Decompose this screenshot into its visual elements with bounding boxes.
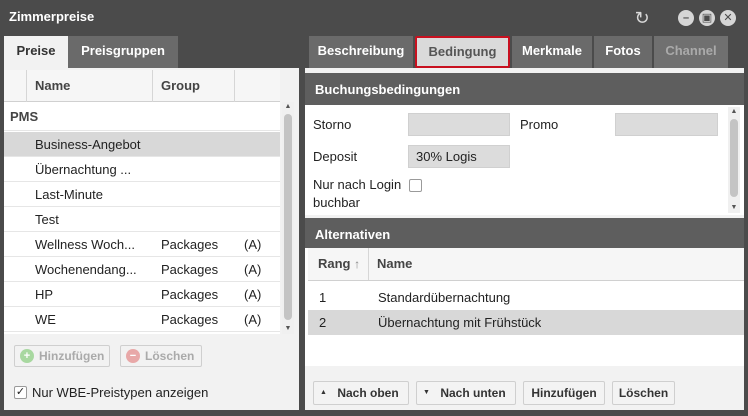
column-header-alt-name[interactable]: Name: [368, 248, 744, 280]
row-name: Business-Angebot: [35, 137, 141, 152]
row-flag: (A): [244, 287, 262, 302]
promo-field[interactable]: [615, 113, 718, 136]
group-label: PMS: [10, 109, 39, 124]
add-alternative-button[interactable]: Hinzufügen: [523, 381, 605, 405]
column-header-group[interactable]: Group: [152, 70, 234, 102]
prices-grid-scrollbar[interactable]: ▲ ▼: [282, 102, 294, 334]
table-row[interactable]: Test: [4, 207, 280, 232]
move-up-button[interactable]: ▲ Nach oben: [313, 381, 409, 405]
add-price-button[interactable]: + Hinzufügen: [14, 345, 110, 367]
table-row[interactable]: Wochenendang... Packages (A): [4, 257, 280, 282]
delete-price-label: Löschen: [145, 349, 195, 363]
tab-channel: Channel: [654, 36, 728, 68]
add-icon: +: [20, 349, 34, 363]
table-row[interactable]: Wellness Woch... Packages (A): [4, 232, 280, 257]
column-header-name[interactable]: Name: [26, 70, 152, 102]
alternatives-header: Rang ↑ Name: [308, 248, 744, 281]
window-title: Zimmerpreise: [9, 9, 95, 24]
add-price-label: Hinzufügen: [39, 349, 105, 363]
move-up-icon: ▲: [320, 389, 327, 396]
details-panel: Beschreibung Bedingung Merkmale Fotos Ch…: [305, 36, 744, 410]
table-row[interactable]: 2 Übernachtung mit Frühstück: [308, 310, 744, 335]
minimize-icon[interactable]: –: [678, 10, 694, 26]
alt-name: Übernachtung mit Frühstück: [378, 315, 542, 330]
row-name: Last-Minute: [35, 187, 103, 202]
refresh-icon[interactable]: ↻: [632, 8, 652, 28]
delete-alternative-button[interactable]: Löschen: [612, 381, 675, 405]
group-row-pms[interactable]: PMS: [4, 103, 280, 131]
row-name: Wellness Woch...: [35, 237, 135, 252]
row-group: Packages: [161, 262, 219, 277]
close-icon[interactable]: ✕: [720, 10, 736, 26]
deposit-field[interactable]: 30% Logis: [408, 145, 510, 168]
table-row[interactable]: 1 Standardübernachtung: [308, 285, 744, 310]
row-name: Test: [35, 212, 59, 227]
alternatives-grid: Rang ↑ Name 1 Standardübernachtung 2 Übe…: [305, 248, 744, 366]
scrollbar-thumb[interactable]: [730, 119, 738, 197]
row-name: Übernachtung ...: [35, 162, 132, 177]
restore-icon[interactable]: ▣: [699, 10, 715, 26]
wbe-filter-checkbox[interactable]: ✓: [14, 386, 27, 399]
row-group: Packages: [161, 312, 219, 327]
delete-icon: −: [126, 349, 140, 363]
table-row[interactable]: Übernachtung ...: [4, 157, 280, 182]
grid-header: Name Group: [4, 70, 280, 102]
title-bar: Zimmerpreise ↻ – ▣ ✕: [0, 0, 748, 34]
row-flag: (A): [244, 237, 262, 252]
column-header-rang[interactable]: Rang ↑: [308, 248, 368, 280]
login-only-checkbox[interactable]: [409, 179, 422, 192]
alt-rank: 2: [319, 315, 327, 330]
tab-fotos[interactable]: Fotos: [594, 36, 652, 68]
scrollbar-thumb[interactable]: [284, 114, 292, 320]
rang-header-label: Rang: [318, 256, 351, 271]
tab-beschreibung[interactable]: Beschreibung: [309, 36, 413, 68]
table-row[interactable]: WE Packages (A): [4, 307, 280, 332]
booking-form: Storno Promo Deposit 30% Logis Nur nach …: [305, 105, 744, 215]
tab-preisgruppen[interactable]: Preisgruppen: [68, 36, 178, 68]
scroll-up-icon[interactable]: ▲: [728, 107, 740, 117]
scroll-down-icon[interactable]: ▼: [282, 324, 294, 334]
alternatives-section-header: Alternativen: [305, 218, 744, 252]
alt-rank: 1: [319, 290, 327, 305]
alt-name: Standardübernachtung: [378, 290, 511, 305]
scroll-up-icon[interactable]: ▲: [282, 102, 294, 112]
promo-label: Promo: [520, 117, 559, 132]
tab-preise[interactable]: Preise: [4, 36, 68, 68]
prices-panel: Preise Preisgruppen Name Group PMS Busin…: [4, 36, 299, 410]
row-name: WE: [35, 312, 56, 327]
scroll-down-icon[interactable]: ▼: [728, 203, 740, 213]
storno-label: Storno: [313, 117, 352, 132]
row-group: Packages: [161, 237, 219, 252]
tab-bedingung[interactable]: Bedingung: [415, 36, 510, 68]
login-only-label-line2: buchbar: [313, 195, 360, 210]
wbe-filter-label: Nur WBE-Preistypen anzeigen: [32, 385, 209, 400]
storno-field[interactable]: [408, 113, 510, 136]
table-row[interactable]: Business-Angebot: [4, 132, 280, 157]
sort-up-icon: ↑: [354, 257, 361, 271]
table-row[interactable]: HP Packages (A): [4, 282, 280, 307]
row-name: Wochenendang...: [35, 262, 137, 277]
prices-grid: Name Group PMS Business-Angebot Übernach…: [4, 70, 280, 334]
move-down-label: Nach unten: [440, 386, 506, 400]
bedingung-tab-body: Buchungsbedingungen Storno Promo Deposit…: [305, 68, 744, 410]
row-group: Packages: [161, 287, 219, 302]
booking-section-header: Buchungsbedingungen: [305, 73, 744, 107]
prices-tab-body: Name Group PMS Business-Angebot Übernach…: [4, 68, 299, 410]
booking-form-scrollbar[interactable]: ▲ ▼: [728, 107, 740, 213]
delete-price-button[interactable]: − Löschen: [120, 345, 202, 367]
column-header-extra[interactable]: [234, 70, 280, 102]
row-flag: (A): [244, 262, 262, 277]
login-only-label: Nur nach Login: [313, 177, 402, 192]
move-up-label: Nach oben: [337, 386, 399, 400]
deposit-label: Deposit: [313, 149, 358, 164]
zimmerpreise-window: Zimmerpreise ↻ – ▣ ✕ Preise Preisgruppen…: [0, 0, 748, 416]
move-down-icon: ▼: [423, 389, 430, 396]
row-name: HP: [35, 287, 54, 302]
tab-merkmale[interactable]: Merkmale: [512, 36, 592, 68]
move-down-button[interactable]: ▼ Nach unten: [416, 381, 516, 405]
table-row[interactable]: Last-Minute: [4, 182, 280, 207]
row-flag: (A): [244, 312, 262, 327]
alternatives-toolbar: ▲ Nach oben ▼ Nach unten Hinzufügen Lösc…: [305, 368, 744, 410]
